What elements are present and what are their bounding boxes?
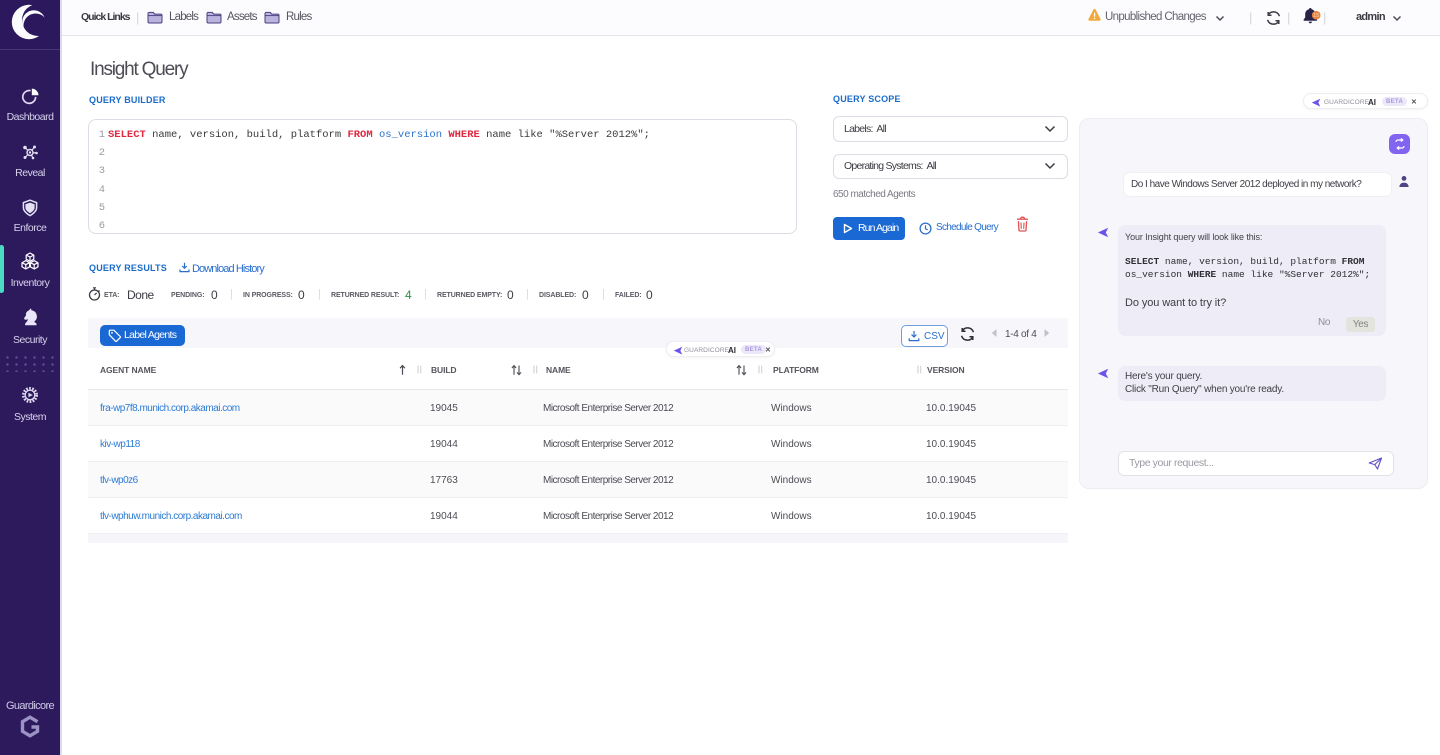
svg-text:15: 15 [1313, 13, 1319, 19]
